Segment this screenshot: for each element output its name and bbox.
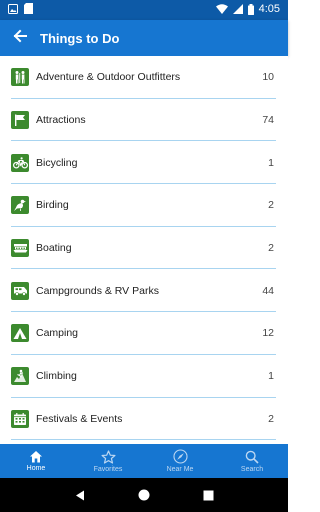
bicycle-icon [11, 153, 29, 172]
recents-square-icon[interactable] [198, 485, 218, 505]
nav-near-me[interactable]: Near Me [144, 444, 216, 478]
hikers-icon [11, 68, 29, 87]
list-item-count: 74 [262, 114, 274, 127]
list-item-count: 12 [262, 327, 274, 340]
bird-icon [11, 196, 29, 215]
climber-icon [11, 367, 29, 386]
list-item-count: 44 [262, 284, 274, 297]
home-circle-icon[interactable] [134, 485, 154, 505]
category-list: Adventure & Outdoor Outfitters 10 Attrac… [0, 56, 288, 444]
system-navigation-bar [0, 478, 288, 512]
battery-icon [247, 3, 254, 15]
nav-near-me-label: Near Me [166, 466, 194, 473]
clock-time: 4:05 [258, 3, 280, 15]
list-item[interactable]: Climbing 1 [0, 355, 288, 398]
nav-search[interactable]: Search [216, 444, 288, 478]
back-button[interactable] [2, 20, 38, 56]
nav-favorites[interactable]: Favorites [72, 444, 144, 478]
boat-icon [11, 239, 29, 258]
list-item-label: Attractions [36, 114, 86, 127]
list-item-label: Boating [36, 242, 72, 255]
nav-home[interactable]: Home [0, 444, 72, 478]
list-item-count: 10 [262, 71, 274, 84]
nav-home-label: Home [26, 465, 46, 472]
list-item-label: Adventure & Outdoor Outfitters [36, 71, 181, 84]
arrow-left-icon [13, 29, 27, 48]
sd-card-icon [24, 3, 33, 14]
list-item-label: Climbing [36, 370, 77, 383]
list-item-label: Campgrounds & RV Parks [36, 284, 159, 297]
list-item-count: 1 [268, 370, 274, 383]
list-item-label: Birding [36, 199, 69, 212]
back-triangle-icon[interactable] [70, 485, 90, 505]
home-icon [29, 450, 43, 465]
rv-icon [11, 281, 29, 300]
nav-search-label: Search [240, 465, 264, 473]
list-item-label: Camping [36, 327, 79, 340]
wifi-icon [215, 4, 228, 14]
tent-icon [11, 324, 29, 343]
flag-icon [11, 111, 29, 130]
list-item-count: 2 [268, 412, 274, 425]
list-item-count: 2 [268, 199, 274, 212]
star-icon [101, 449, 116, 466]
list-item[interactable]: Attractions 74 [0, 99, 288, 142]
nav-favorites-label: Favorites [93, 465, 123, 473]
compass-icon [172, 449, 188, 466]
list-item-count: 2 [268, 242, 274, 255]
list-item[interactable]: Birding 2 [0, 184, 288, 227]
app-bar: Things to Do [0, 20, 288, 56]
calendar-icon [11, 409, 29, 428]
search-icon [245, 450, 259, 466]
page-title: Things to Do [40, 30, 120, 46]
list-item-label: Bicycling [36, 156, 78, 169]
list-item[interactable]: Camping 12 [0, 312, 288, 355]
cell-signal-icon [232, 4, 243, 14]
list-item[interactable]: Campgrounds & RV Parks 44 [0, 269, 288, 312]
list-item[interactable]: Bicycling 1 [0, 141, 288, 184]
list-item[interactable]: Boating 2 [0, 227, 288, 270]
image-notification-icon [8, 3, 18, 14]
list-item[interactable]: Festivals & Events 2 [0, 398, 288, 441]
list-item[interactable]: Adventure & Outdoor Outfitters 10 [0, 56, 288, 99]
status-bar: 4:05 [0, 0, 288, 20]
list-item-label: Festivals & Events [36, 412, 123, 425]
bottom-navigation: Home Favorites Near Me Search [0, 444, 288, 478]
list-item-count: 1 [268, 156, 274, 169]
